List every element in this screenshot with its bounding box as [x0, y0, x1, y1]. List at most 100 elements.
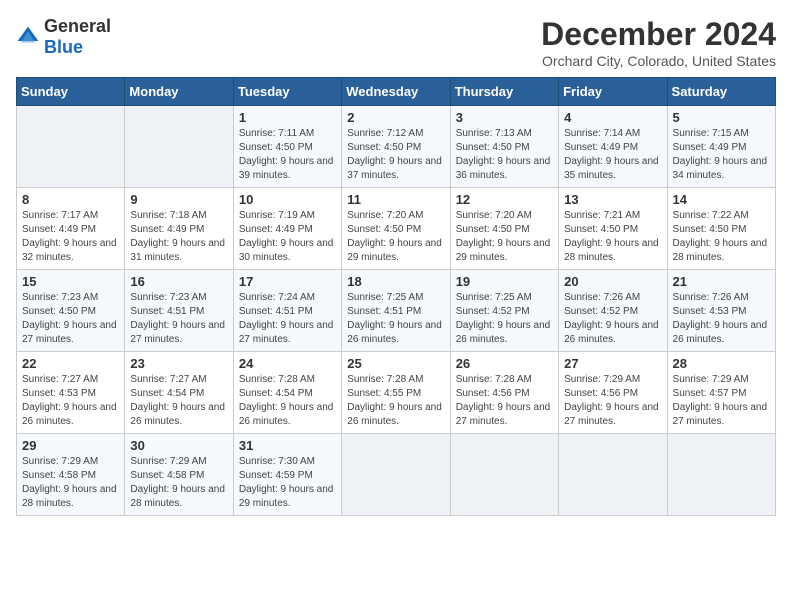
day-number: 9: [130, 192, 227, 207]
cell-content: Sunrise: 7:22 AMSunset: 4:50 PMDaylight:…: [673, 209, 770, 265]
cell-content: Sunrise: 7:23 AMSunset: 4:50 PMDaylight:…: [22, 291, 119, 347]
calendar-day-4: 4 Sunrise: 7:14 AMSunset: 4:49 PMDaylight…: [559, 106, 667, 188]
day-number: 19: [456, 274, 553, 289]
month-title: December 2024: [541, 16, 776, 53]
calendar-day-10: 10 Sunrise: 7:19 AMSunset: 4:49 PMDayligh…: [233, 188, 341, 270]
day-number: 25: [347, 356, 444, 371]
cell-content: Sunrise: 7:14 AMSunset: 4:49 PMDaylight:…: [564, 127, 661, 183]
day-header-thursday: Thursday: [450, 78, 558, 106]
calendar-day-27: 27 Sunrise: 7:29 AMSunset: 4:56 PMDayligh…: [559, 352, 667, 434]
day-number: 27: [564, 356, 661, 371]
cell-content: Sunrise: 7:20 AMSunset: 4:50 PMDaylight:…: [456, 209, 553, 265]
calendar-day-31: 31 Sunrise: 7:30 AMSunset: 4:59 PMDayligh…: [233, 434, 341, 516]
calendar-day-2: 2 Sunrise: 7:12 AMSunset: 4:50 PMDaylight…: [342, 106, 450, 188]
day-number: 30: [130, 438, 227, 453]
cell-content: Sunrise: 7:29 AMSunset: 4:58 PMDaylight:…: [22, 455, 119, 511]
cell-content: Sunrise: 7:27 AMSunset: 4:54 PMDaylight:…: [130, 373, 227, 429]
cell-content: Sunrise: 7:21 AMSunset: 4:50 PMDaylight:…: [564, 209, 661, 265]
day-header-friday: Friday: [559, 78, 667, 106]
day-number: 3: [456, 110, 553, 125]
day-number: 29: [22, 438, 119, 453]
day-header-tuesday: Tuesday: [233, 78, 341, 106]
day-number: 1: [239, 110, 336, 125]
calendar-day-30: 30 Sunrise: 7:29 AMSunset: 4:58 PMDayligh…: [125, 434, 233, 516]
day-header-sunday: Sunday: [17, 78, 125, 106]
calendar-day-16: 16 Sunrise: 7:23 AMSunset: 4:51 PMDayligh…: [125, 270, 233, 352]
cell-content: Sunrise: 7:19 AMSunset: 4:49 PMDaylight:…: [239, 209, 336, 265]
day-number: 10: [239, 192, 336, 207]
calendar-day-29: 29 Sunrise: 7:29 AMSunset: 4:58 PMDayligh…: [17, 434, 125, 516]
calendar-day-11: 11 Sunrise: 7:20 AMSunset: 4:50 PMDayligh…: [342, 188, 450, 270]
cell-content: Sunrise: 7:28 AMSunset: 4:55 PMDaylight:…: [347, 373, 444, 429]
day-number: 8: [22, 192, 119, 207]
calendar-week-5: 29 Sunrise: 7:29 AMSunset: 4:58 PMDayligh…: [17, 434, 776, 516]
day-number: 4: [564, 110, 661, 125]
day-number: 13: [564, 192, 661, 207]
day-number: 16: [130, 274, 227, 289]
calendar-day-13: 13 Sunrise: 7:21 AMSunset: 4:50 PMDayligh…: [559, 188, 667, 270]
calendar-day-18: 18Sunrise: 7:25 AMSunset: 4:51 PMDayligh…: [342, 270, 450, 352]
day-number: 20: [564, 274, 661, 289]
calendar-week-2: 8Sunrise: 7:17 AMSunset: 4:49 PMDaylight…: [17, 188, 776, 270]
calendar-day-26: 26 Sunrise: 7:28 AMSunset: 4:56 PMDayligh…: [450, 352, 558, 434]
day-number: 31: [239, 438, 336, 453]
calendar-week-3: 15 Sunrise: 7:23 AMSunset: 4:50 PMDayligh…: [17, 270, 776, 352]
day-number: 23: [130, 356, 227, 371]
cell-content: Sunrise: 7:29 AMSunset: 4:58 PMDaylight:…: [130, 455, 227, 511]
calendar-day-3: 3 Sunrise: 7:13 AMSunset: 4:50 PMDaylight…: [450, 106, 558, 188]
cell-content: Sunrise: 7:12 AMSunset: 4:50 PMDaylight:…: [347, 127, 444, 183]
calendar-day-25: 25 Sunrise: 7:28 AMSunset: 4:55 PMDayligh…: [342, 352, 450, 434]
calendar-day-5: 5Sunrise: 7:15 AMSunset: 4:49 PMDaylight…: [667, 106, 775, 188]
calendar-day-15: 15 Sunrise: 7:23 AMSunset: 4:50 PMDayligh…: [17, 270, 125, 352]
cell-content: Sunrise: 7:23 AMSunset: 4:51 PMDaylight:…: [130, 291, 227, 347]
day-number: 26: [456, 356, 553, 371]
day-number: 15: [22, 274, 119, 289]
empty-cell: [667, 434, 775, 516]
cell-content: Sunrise: 7:29 AMSunset: 4:56 PMDaylight:…: [564, 373, 661, 429]
cell-content: Sunrise: 7:28 AMSunset: 4:56 PMDaylight:…: [456, 373, 553, 429]
day-number: 28: [673, 356, 770, 371]
calendar-day-14: 14 Sunrise: 7:22 AMSunset: 4:50 PMDayligh…: [667, 188, 775, 270]
calendar-day-17: 17 Sunrise: 7:24 AMSunset: 4:51 PMDayligh…: [233, 270, 341, 352]
calendar-day-21: 21Sunrise: 7:26 AMSunset: 4:53 PMDayligh…: [667, 270, 775, 352]
day-number: 11: [347, 192, 444, 207]
cell-content: Sunrise: 7:18 AMSunset: 4:49 PMDaylight:…: [130, 209, 227, 265]
cell-content: Sunrise: 7:28 AMSunset: 4:54 PMDaylight:…: [239, 373, 336, 429]
calendar-week-1: 1Sunrise: 7:11 AMSunset: 4:50 PMDaylight…: [17, 106, 776, 188]
day-number: 17: [239, 274, 336, 289]
calendar-day-12: 12Sunrise: 7:20 AMSunset: 4:50 PMDayligh…: [450, 188, 558, 270]
logo-icon: [16, 25, 40, 49]
cell-content: Sunrise: 7:13 AMSunset: 4:50 PMDaylight:…: [456, 127, 553, 183]
cell-content: Sunrise: 7:26 AMSunset: 4:52 PMDaylight:…: [564, 291, 661, 347]
location-title: Orchard City, Colorado, United States: [541, 53, 776, 69]
logo: General Blue: [16, 16, 111, 58]
cell-content: Sunrise: 7:20 AMSunset: 4:50 PMDaylight:…: [347, 209, 444, 265]
calendar-day-1: 1Sunrise: 7:11 AMSunset: 4:50 PMDaylight…: [233, 106, 341, 188]
calendar-day-24: 24 Sunrise: 7:28 AMSunset: 4:54 PMDayligh…: [233, 352, 341, 434]
header-row: SundayMondayTuesdayWednesdayThursdayFrid…: [17, 78, 776, 106]
calendar-day-20: 20 Sunrise: 7:26 AMSunset: 4:52 PMDayligh…: [559, 270, 667, 352]
cell-content: Sunrise: 7:29 AMSunset: 4:57 PMDaylight:…: [673, 373, 770, 429]
day-number: 22: [22, 356, 119, 371]
day-header-wednesday: Wednesday: [342, 78, 450, 106]
cell-content: Sunrise: 7:24 AMSunset: 4:51 PMDaylight:…: [239, 291, 336, 347]
empty-cell: [125, 106, 233, 188]
day-number: 24: [239, 356, 336, 371]
title-area: December 2024 Orchard City, Colorado, Un…: [541, 16, 776, 69]
calendar-week-4: 22Sunrise: 7:27 AMSunset: 4:53 PMDayligh…: [17, 352, 776, 434]
calendar-day-19: 19 Sunrise: 7:25 AMSunset: 4:52 PMDayligh…: [450, 270, 558, 352]
calendar-day-9: 9 Sunrise: 7:18 AMSunset: 4:49 PMDaylight…: [125, 188, 233, 270]
cell-content: Sunrise: 7:26 AMSunset: 4:53 PMDaylight:…: [673, 291, 770, 347]
day-header-monday: Monday: [125, 78, 233, 106]
day-number: 2: [347, 110, 444, 125]
logo-blue: Blue: [44, 37, 83, 57]
cell-content: Sunrise: 7:30 AMSunset: 4:59 PMDaylight:…: [239, 455, 336, 511]
calendar-day-28: 28 Sunrise: 7:29 AMSunset: 4:57 PMDayligh…: [667, 352, 775, 434]
calendar-day-22: 22Sunrise: 7:27 AMSunset: 4:53 PMDayligh…: [17, 352, 125, 434]
cell-content: Sunrise: 7:25 AMSunset: 4:52 PMDaylight:…: [456, 291, 553, 347]
calendar-day-8: 8Sunrise: 7:17 AMSunset: 4:49 PMDaylight…: [17, 188, 125, 270]
day-number: 14: [673, 192, 770, 207]
calendar-day-23: 23 Sunrise: 7:27 AMSunset: 4:54 PMDayligh…: [125, 352, 233, 434]
header: General Blue December 2024 Orchard City,…: [16, 16, 776, 69]
logo-general: General: [44, 16, 111, 36]
